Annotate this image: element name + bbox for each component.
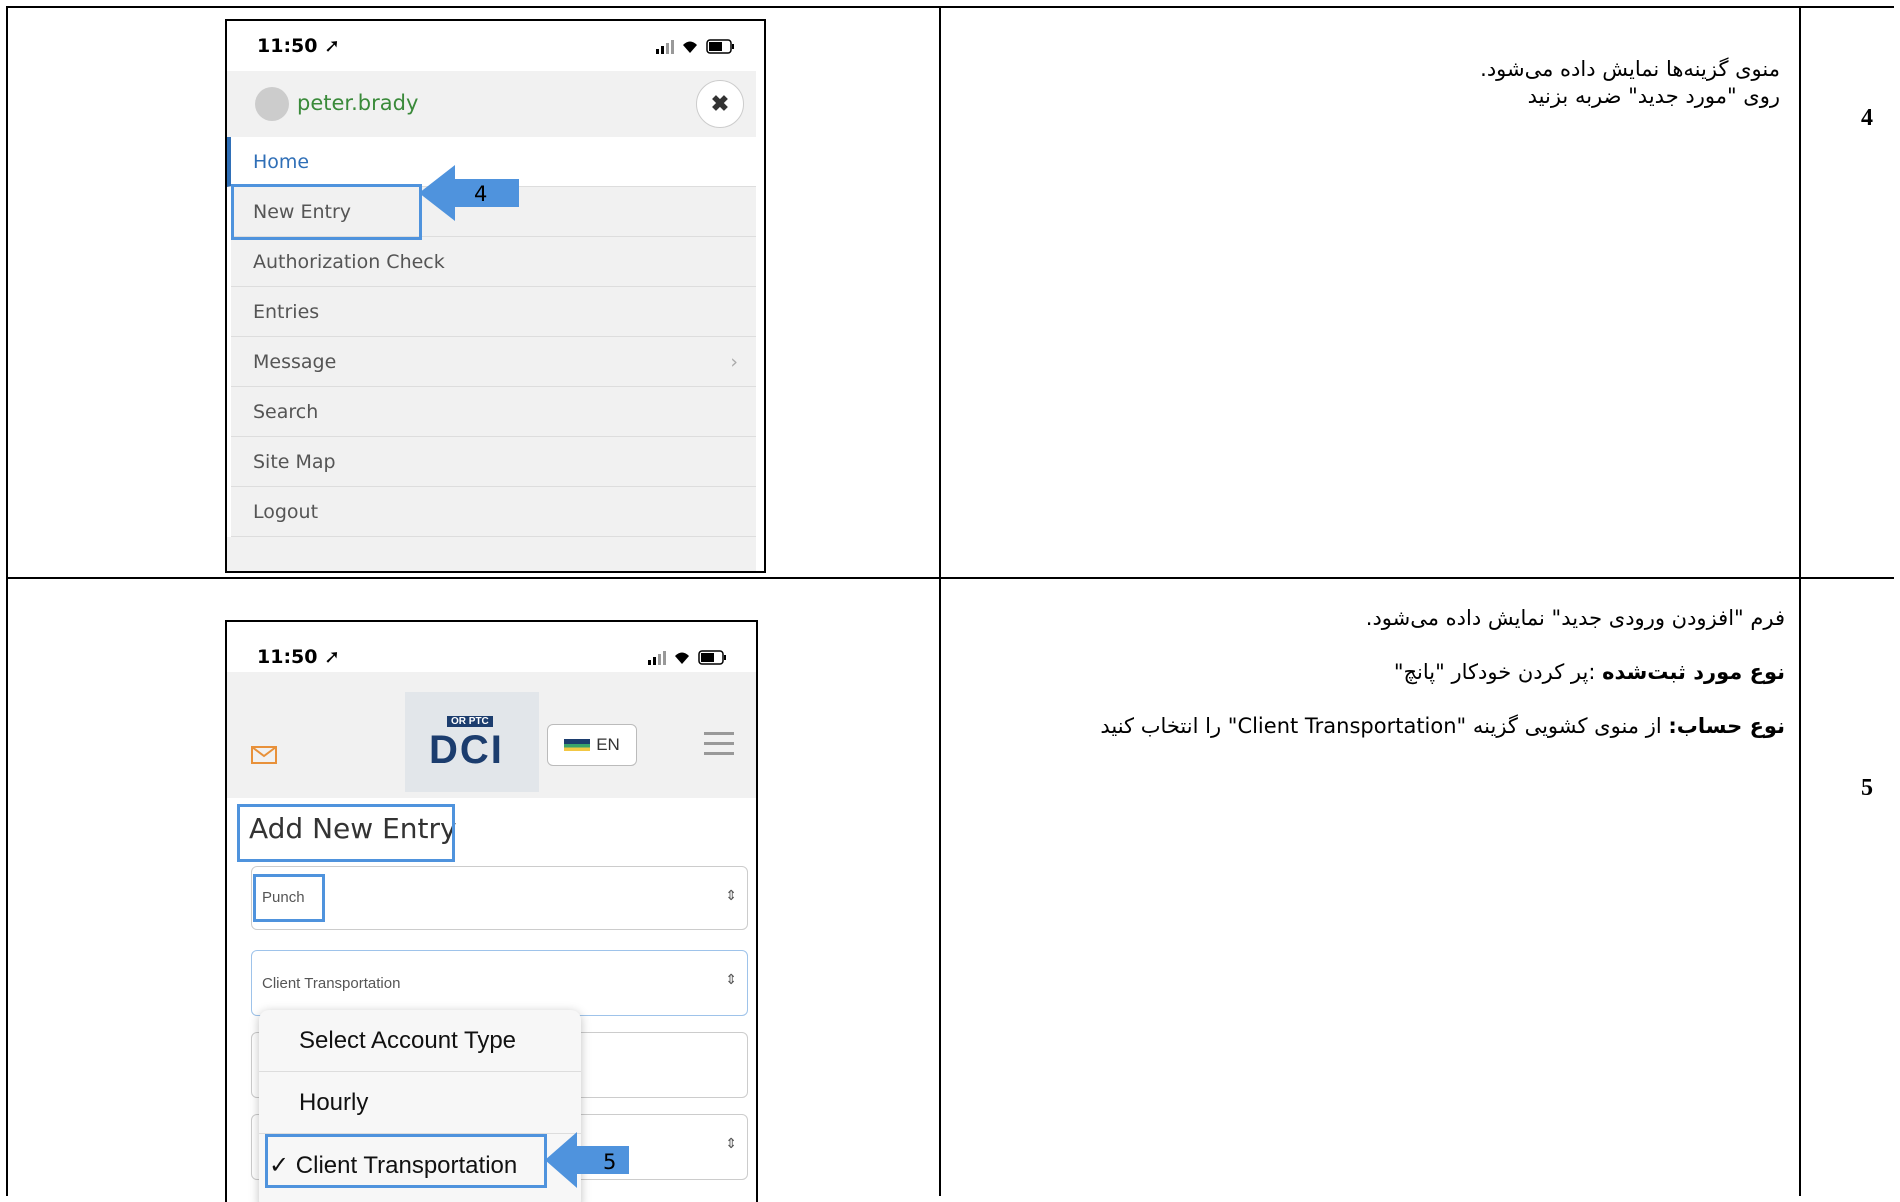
app-logo: OR PTC DCI bbox=[405, 692, 539, 792]
step-number: 4 bbox=[1861, 105, 1873, 131]
signal-icon bbox=[656, 39, 674, 54]
close-button[interactable]: ✖ bbox=[696, 80, 744, 128]
step-number: 5 bbox=[1861, 775, 1873, 801]
wifi-icon bbox=[675, 652, 689, 664]
menu-item-entries[interactable]: Entries bbox=[231, 287, 756, 337]
instruction-account-type: نوع حساب: از منوی کشویی گزینه "Client Tr… bbox=[1100, 714, 1785, 738]
callout-arrow bbox=[419, 165, 519, 221]
menu-item-message[interactable]: Message › bbox=[231, 337, 756, 387]
phone-screenshot-menu: 11:50 ➚ peter.brady ✖ Home New Entry Aut… bbox=[225, 19, 766, 573]
status-time: 11:50 ➚ bbox=[257, 35, 341, 57]
hamburger-menu-icon[interactable] bbox=[704, 732, 734, 755]
battery-icon bbox=[698, 650, 726, 665]
battery-icon bbox=[706, 39, 734, 54]
callout-arrow bbox=[545, 1132, 629, 1188]
highlight-box bbox=[231, 184, 422, 240]
system-icons bbox=[648, 650, 728, 665]
status-bar: 11:50 ➚ bbox=[227, 21, 764, 71]
phone-screenshot-form: 11:50 ➚ OR PTC DCI EN Add New Entry Punc… bbox=[225, 620, 758, 1202]
menu-item-logout[interactable]: Logout bbox=[231, 487, 756, 537]
signal-icon bbox=[648, 650, 666, 665]
status-time: 11:50 ➚ bbox=[257, 646, 341, 668]
instruction-intro: فرم "افزودن ورودی جدید" نمایش داده می‌شو… bbox=[1365, 606, 1785, 630]
menu-item-site-map[interactable]: Site Map bbox=[231, 437, 756, 487]
menu-item-authorization-check[interactable]: Authorization Check bbox=[231, 237, 756, 287]
instruction-line: روی "مورد جدید" ضربه بزنید bbox=[1527, 84, 1780, 108]
username-link[interactable]: peter.brady bbox=[297, 91, 418, 115]
highlight-box bbox=[253, 874, 325, 922]
select-arrows-icon: ⇕ bbox=[725, 1135, 737, 1151]
arrow-label: 5 bbox=[603, 1150, 617, 1174]
location-icon: ➚ bbox=[324, 35, 341, 57]
flag-icon bbox=[564, 739, 591, 751]
menu-footer bbox=[227, 537, 756, 571]
status-bar: 11:50 ➚ bbox=[227, 622, 756, 672]
close-icon: ✖ bbox=[710, 91, 730, 116]
system-icons bbox=[656, 39, 736, 54]
mail-icon[interactable] bbox=[251, 746, 277, 764]
language-button[interactable]: EN bbox=[547, 724, 637, 766]
dropdown-option[interactable]: Select Account Type bbox=[259, 1010, 581, 1072]
app-header: OR PTC DCI EN bbox=[227, 672, 756, 798]
select-arrows-icon: ⇕ bbox=[725, 971, 737, 987]
select-arrows-icon: ⇕ bbox=[725, 887, 737, 903]
chevron-right-icon: › bbox=[730, 350, 738, 373]
highlight-box bbox=[265, 1134, 547, 1188]
wifi-icon bbox=[683, 41, 697, 53]
instruction-line: منوی گزینه‌ها نمایش داده می‌شود. bbox=[1480, 57, 1780, 81]
entry-type-select[interactable]: Punch ⇕ bbox=[251, 866, 748, 930]
highlight-box bbox=[237, 804, 455, 862]
instruction-entry-type: نوع مورد ثبت‌شده :پر کردن خودکار "پانچ" bbox=[1393, 660, 1785, 684]
step-instructions: فرم "افزودن ورودی جدید" نمایش داده می‌شو… bbox=[960, 605, 1785, 740]
dropdown-option[interactable]: Hourly bbox=[259, 1072, 581, 1134]
step-instructions: منوی گزینه‌ها نمایش داده می‌شود. روی "مو… bbox=[960, 56, 1780, 110]
avatar bbox=[255, 87, 289, 121]
location-icon: ➚ bbox=[324, 646, 341, 668]
account-type-select[interactable]: Client Transportation ⇕ bbox=[251, 950, 748, 1016]
menu-item-search[interactable]: Search bbox=[231, 387, 756, 437]
arrow-label: 4 bbox=[474, 182, 488, 206]
menu-header: peter.brady ✖ bbox=[227, 71, 756, 137]
